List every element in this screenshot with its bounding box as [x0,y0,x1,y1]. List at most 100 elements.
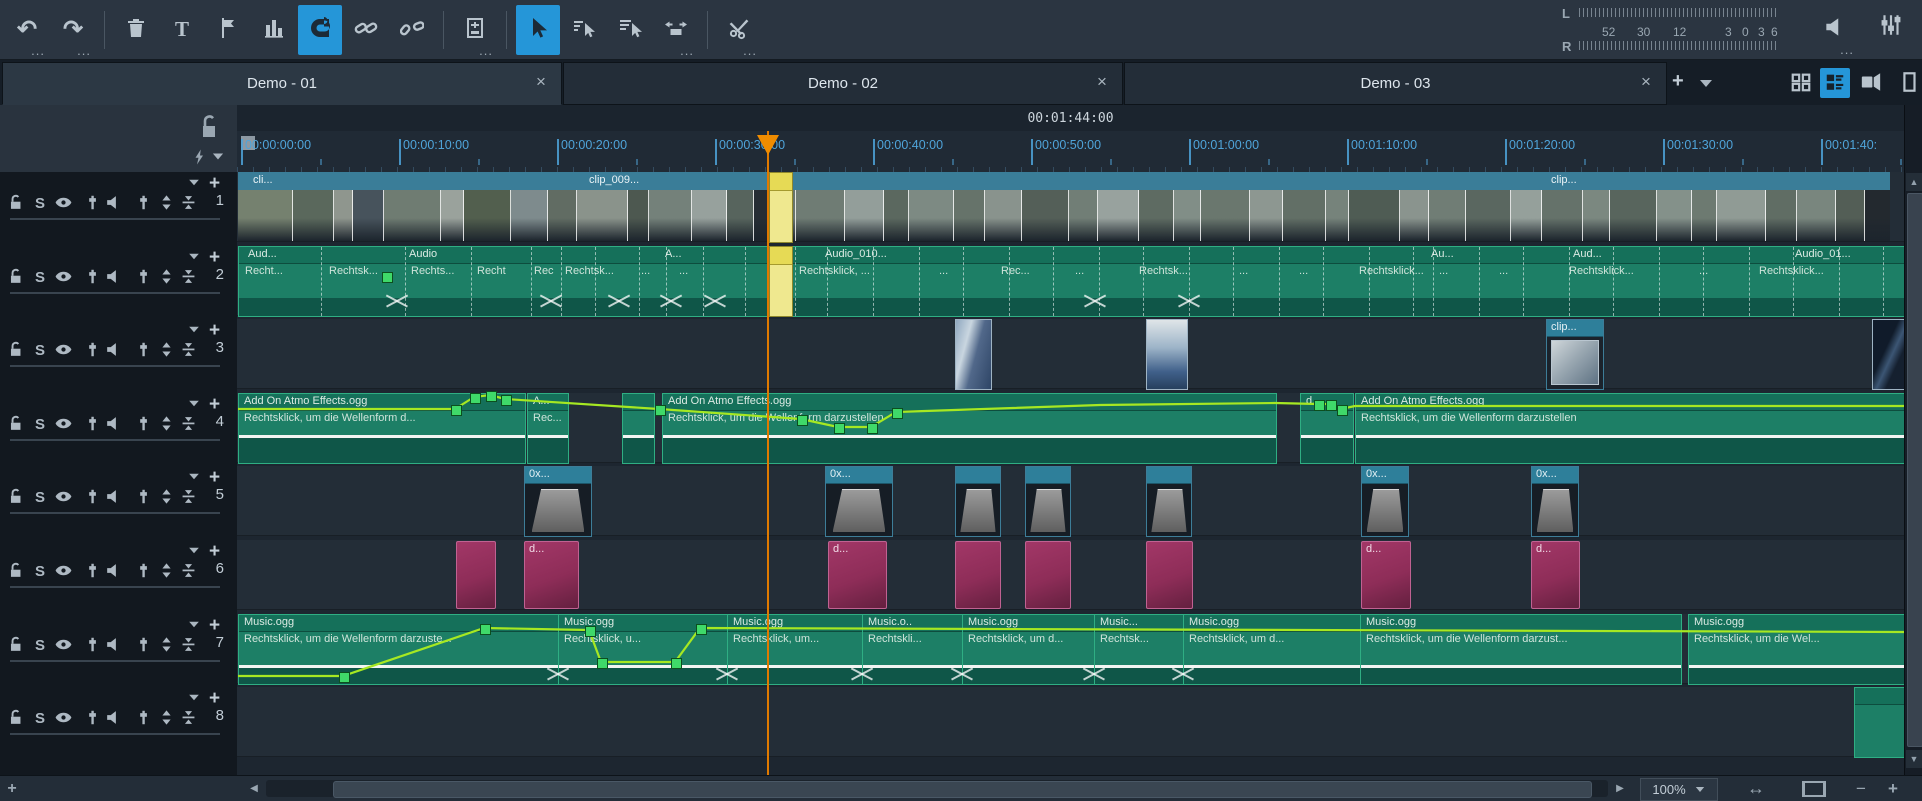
project-tab-1[interactable]: Demo - 01× [2,62,562,105]
video-thumbnail[interactable] [1022,190,1069,241]
track-lane-1[interactable]: cli...clip_009...clip... [237,172,1904,242]
solo-button[interactable]: S [35,269,45,286]
video-thumbnail[interactable] [1542,190,1583,241]
scroll-up-button[interactable]: ▲ [1906,173,1922,191]
lock-icon[interactable] [7,414,26,436]
audio-clip-music[interactable]: Music.o..Rechtskli... [862,614,964,685]
volume-slider-icon[interactable] [83,340,102,362]
mute-speaker-icon[interactable] [104,340,123,362]
track-menu-arrow-icon[interactable] [189,400,199,406]
mute-speaker-icon[interactable] [104,267,123,289]
effect-clip[interactable]: d... [1361,541,1411,609]
solo-button[interactable]: S [35,637,45,654]
video-thumbnail[interactable] [985,190,1022,241]
transition-clip[interactable] [1146,466,1192,537]
audio-clip-music[interactable]: Music.oggRechtsklick, um d... [1183,614,1362,685]
video-thumbnail[interactable] [1283,190,1326,241]
video-thumbnail[interactable] [909,190,954,241]
image-clip[interactable] [1146,319,1188,390]
project-tab-3[interactable]: Demo - 03× [1124,62,1667,105]
resize-track-icon[interactable] [157,267,176,289]
track-select-button[interactable] [608,5,652,55]
video-thumbnail[interactable] [1250,190,1283,241]
video-thumbnail[interactable] [1349,190,1400,241]
playhead-line[interactable] [767,131,769,775]
video-thumbnail[interactable] [692,190,727,241]
lightning-icon[interactable] [191,146,209,168]
video-thumbnail[interactable] [1766,190,1797,241]
video-thumbnail[interactable] [1174,190,1201,241]
lock-icon[interactable] [7,561,26,583]
video-thumbnail[interactable] [1429,190,1466,241]
mute-speaker-icon[interactable] [104,193,123,215]
solo-button[interactable]: S [35,195,45,212]
add-button-left[interactable]: + [2,778,22,799]
resize-track-icon[interactable] [157,708,176,730]
mute-speaker-icon[interactable] [104,561,123,583]
effect-clip[interactable]: d... [524,541,579,609]
add-project-tab-button[interactable]: + [1672,70,1684,93]
video-thumbnail[interactable] [1657,190,1692,241]
envelope-handle[interactable] [834,423,845,434]
envelope-handle[interactable] [797,415,808,426]
audio-clip-music[interactable]: Music.oggRechtsklick, um die Wellenform … [238,614,560,685]
pan-slider-icon[interactable] [134,561,153,583]
zoom-level-dropdown[interactable]: 100% [1640,778,1718,801]
track-menu-arrow-icon[interactable] [189,253,199,259]
lock-icon[interactable] [7,635,26,657]
track-lane-2[interactable]: Aud...AudioA...Audio_010...Au...Aud...Au… [237,246,1904,316]
volume-slider-icon[interactable] [83,635,102,657]
envelope-handle[interactable] [470,393,481,404]
envelope-handle[interactable] [501,395,512,406]
audio-clip-atmo[interactable] [622,393,655,464]
video-thumbnail[interactable] [649,190,692,241]
video-thumbnail[interactable] [293,190,334,241]
envelope-handle[interactable] [382,272,393,283]
link-button[interactable] [344,5,388,55]
video-thumbnail[interactable] [1583,190,1610,241]
video-thumbnail[interactable] [334,190,353,241]
hscroll-left-arrow[interactable]: ◀ [244,778,264,799]
track-lane-4[interactable]: Add On Atmo Effects.oggRechtsklick, um d… [237,393,1904,463]
envelope-handle[interactable] [867,423,878,434]
envelope-handle[interactable] [597,658,608,669]
speaker-icon[interactable]: ... [1818,6,1858,54]
volume-slider-icon[interactable] [83,193,102,215]
mixer-icon[interactable] [1878,12,1912,46]
image-clip[interactable] [955,319,992,390]
effect-clip[interactable]: d... [1531,541,1580,609]
envelope-handle[interactable] [486,391,497,402]
video-thumbnail[interactable] [548,190,577,241]
video-thumbnail[interactable] [1717,190,1766,241]
solo-button[interactable]: S [35,342,45,359]
panel-view-button[interactable] [1894,68,1922,98]
video-clip-strip[interactable]: cli...clip_009...clip... [238,172,1890,241]
effect-clip[interactable] [456,541,496,609]
visibility-eye-icon[interactable] [54,414,73,436]
close-tab-icon[interactable]: × [1092,72,1112,94]
video-thumbnail[interactable] [796,190,845,241]
video-thumbnail[interactable] [511,190,548,241]
lock-icon[interactable] [7,193,26,215]
resize-track-icon[interactable] [157,635,176,657]
selected-clip[interactable] [769,246,793,317]
mouse-select-button[interactable] [516,5,560,55]
volume-slider-icon[interactable] [83,487,102,509]
zoom-out-button[interactable]: − [1848,778,1874,799]
track-lane-5[interactable]: 0x...0x...0x...0x... [237,466,1904,536]
pan-slider-icon[interactable] [134,340,153,362]
envelope-handle[interactable] [892,408,903,419]
envelope-handle[interactable] [1337,405,1348,416]
video-thumbnail[interactable] [1836,190,1865,241]
audio-strip-track2[interactable]: Aud...AudioA...Audio_010...Au...Aud...Au… [238,246,1904,317]
lock-icon[interactable] [7,708,26,730]
video-thumbnail[interactable] [384,190,441,241]
video-thumbnail[interactable] [1326,190,1349,241]
envelope-handle[interactable] [451,405,462,416]
video-thumbnail[interactable] [1069,190,1098,241]
track-menu-arrow-icon[interactable] [189,621,199,627]
pan-slider-icon[interactable] [134,487,153,509]
envelope-handle[interactable] [1326,400,1337,411]
video-thumbnail[interactable] [238,190,293,241]
solo-button[interactable]: S [35,489,45,506]
